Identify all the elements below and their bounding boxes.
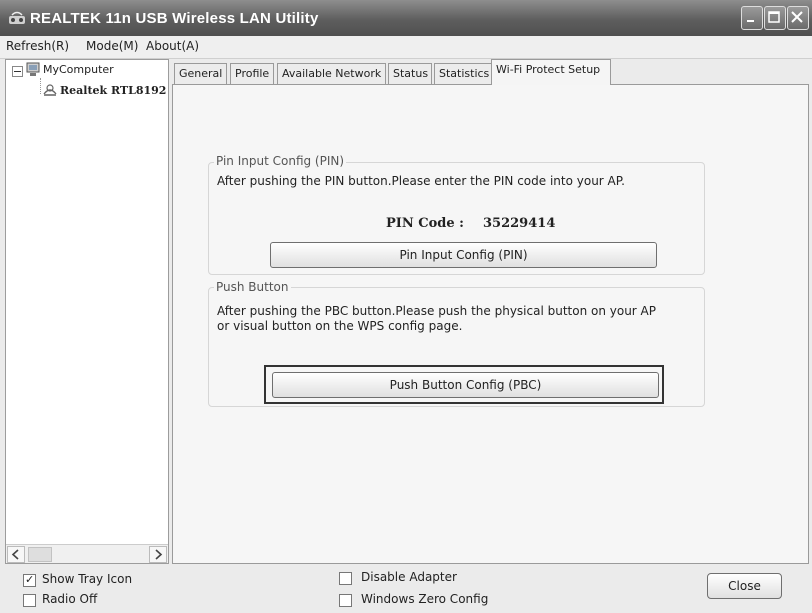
close-button[interactable]: Close	[707, 573, 782, 599]
show-tray-icon-checkbox[interactable]: ✓	[23, 573, 36, 587]
maximize-icon	[768, 11, 780, 23]
windows-zero-config-checkbox[interactable]	[339, 594, 352, 607]
minimize-icon	[747, 20, 754, 22]
wireless-adapter-icon	[42, 82, 58, 101]
tab-statistics[interactable]: Statistics	[434, 63, 492, 84]
chevron-right-icon	[155, 549, 163, 560]
maximize-button[interactable]	[764, 6, 786, 30]
menu-mode[interactable]: Mode(M)	[86, 39, 138, 53]
scroll-thumb[interactable]	[28, 547, 52, 562]
scroll-left-button[interactable]	[7, 546, 25, 563]
tab-profile[interactable]: Profile	[230, 63, 274, 84]
pin-code-label: PIN Code :	[386, 216, 464, 231]
tab-general[interactable]: General	[174, 63, 227, 84]
radio-off-checkbox[interactable]	[23, 594, 36, 607]
scroll-right-button[interactable]	[149, 546, 167, 563]
windows-zero-config-label[interactable]: Windows Zero Config	[361, 592, 488, 606]
chevron-left-icon	[11, 549, 19, 560]
tree-item-adapter[interactable]: Realtek RTL8192	[60, 84, 166, 97]
wireless-app-icon	[8, 10, 26, 26]
menu-refresh[interactable]: Refresh(R)	[6, 39, 69, 53]
close-icon	[791, 11, 803, 23]
tab-status[interactable]: Status	[388, 63, 432, 84]
push-button-group-title: Push Button	[214, 280, 291, 294]
computer-icon	[26, 62, 40, 80]
title-bar[interactable]: REALTEK 11n USB Wireless LAN Utility	[0, 0, 812, 36]
push-button-config-button[interactable]: Push Button Config (PBC)	[272, 372, 659, 398]
pin-code-value: 35229414	[483, 216, 556, 231]
menu-bar: Refresh(R) Mode(M) About(A)	[0, 36, 812, 59]
tree-item-mycomputer[interactable]: MyComputer	[43, 63, 114, 76]
disable-adapter-checkbox[interactable]	[339, 572, 352, 585]
show-tray-icon-label[interactable]: Show Tray Icon	[42, 572, 132, 586]
collapse-toggle-icon[interactable]	[12, 66, 23, 77]
close-window-button[interactable]	[787, 6, 809, 30]
pbc-description-line2: or visual button on the WPS config page.	[217, 319, 463, 333]
radio-off-label[interactable]: Radio Off	[42, 592, 97, 606]
minimize-button[interactable]	[741, 6, 763, 30]
pin-group-title: Pin Input Config (PIN)	[214, 154, 347, 168]
pbc-description-line1: After pushing the PBC button.Please push…	[217, 304, 657, 318]
window-title: REALTEK 11n USB Wireless LAN Utility	[30, 10, 319, 27]
checkmark-icon: ✓	[25, 573, 35, 586]
menu-about[interactable]: About(A)	[146, 39, 199, 53]
pin-description: After pushing the PIN button.Please ente…	[217, 174, 625, 188]
disable-adapter-label[interactable]: Disable Adapter	[361, 570, 457, 584]
tab-available-network[interactable]: Available Network	[277, 63, 386, 84]
tab-wifi-protect-setup[interactable]: Wi-Fi Protect Setup	[491, 59, 611, 85]
pin-input-config-button[interactable]: Pin Input Config (PIN)	[270, 242, 657, 268]
tree-connector	[40, 78, 41, 94]
device-tree[interactable]: MyComputer Realtek RTL8192	[5, 59, 169, 564]
horizontal-scrollbar[interactable]	[6, 544, 168, 563]
